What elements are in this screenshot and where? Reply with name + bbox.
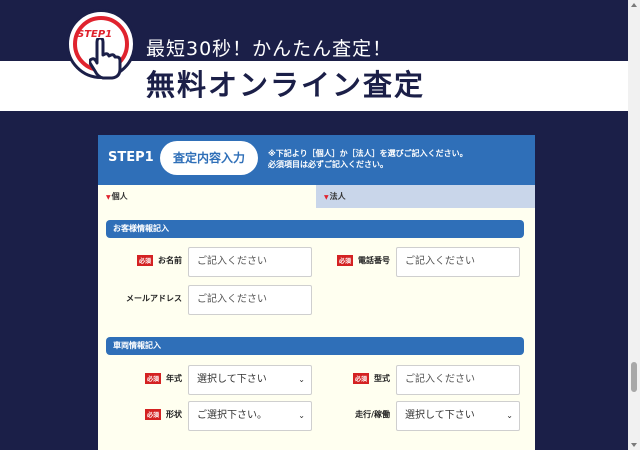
model-input[interactable]: ご記入ください	[396, 365, 520, 395]
caret-down-icon: ▼	[106, 194, 111, 201]
required-badge: 必須	[144, 409, 161, 420]
tab-individual[interactable]: ▼個人	[98, 185, 316, 208]
model-label-text: 型式	[374, 374, 390, 383]
mileage-label: 走行/稼働	[355, 410, 390, 419]
instruction-line-2: 必須項目は必ずご記入ください。	[268, 160, 388, 169]
year-select-value: 選択して下さい	[197, 374, 267, 385]
model-label: 必須 型式	[344, 373, 390, 384]
name-label-text: お名前	[158, 256, 182, 265]
shape-select-value: ご選択下さい。	[197, 410, 267, 421]
phone-label: 必須 電話番号	[334, 255, 390, 266]
assessment-form: STEP1 査定内容入力 ※下記より［個人］か［法人］を選びご記入ください。 必…	[98, 135, 535, 450]
required-badge: 必須	[352, 373, 369, 384]
scrollbar-thumb[interactable]	[631, 362, 637, 392]
step1-badge: STEP1	[66, 9, 136, 80]
vehicle-section-header: 車両情報記入	[106, 337, 524, 355]
chevron-down-icon: ⌄	[298, 375, 305, 384]
year-label: 必須 年式	[136, 373, 182, 384]
name-input[interactable]: ご記入ください	[188, 247, 312, 277]
required-badge: 必須	[336, 255, 353, 266]
scroll-down-arrow-icon[interactable]	[631, 443, 637, 447]
required-badge: 必須	[144, 373, 161, 384]
year-label-text: 年式	[166, 374, 182, 383]
name-label: 必須 お名前	[136, 255, 182, 266]
phone-input[interactable]: ご記入ください	[396, 247, 520, 277]
shape-select[interactable]: ご選択下さい。 ⌄	[188, 401, 312, 431]
pointing-hand-icon	[89, 38, 122, 80]
email-label: メールアドレス	[126, 294, 182, 303]
mileage-select-value: 選択して下さい	[405, 410, 475, 421]
shape-label: 必須 形状	[136, 409, 182, 420]
page-scrollbar[interactable]	[628, 0, 640, 450]
required-badge: 必須	[136, 255, 153, 266]
customer-section-header: お客様情報記入	[106, 220, 524, 238]
hero-title: 無料オンライン査定	[146, 68, 426, 102]
form-step-pill: 査定内容入力	[160, 141, 258, 175]
shape-label-text: 形状	[166, 410, 182, 419]
instruction-line-1: ※下記より［個人］か［法人］を選びご記入ください。	[268, 149, 468, 158]
mileage-select[interactable]: 選択して下さい ⌄	[396, 401, 520, 431]
chevron-down-icon: ⌄	[298, 411, 305, 420]
email-input[interactable]: ご記入ください	[188, 285, 312, 315]
form-step-label: STEP1	[108, 150, 154, 165]
chevron-down-icon: ⌄	[506, 411, 513, 420]
scroll-up-arrow-icon[interactable]	[631, 3, 637, 7]
year-select[interactable]: 選択して下さい ⌄	[188, 365, 312, 395]
hero-subtitle: 最短30秒！かんたん査定！	[146, 38, 393, 60]
form-header: STEP1 査定内容入力 ※下記より［個人］か［法人］を選びご記入ください。 必…	[98, 135, 535, 185]
form-instructions: ※下記より［個人］か［法人］を選びご記入ください。 必須項目は必ずご記入ください…	[268, 148, 468, 170]
tab-individual-label: 個人	[111, 192, 128, 201]
tab-corporate-label: 法人	[329, 192, 346, 201]
phone-label-text: 電話番号	[358, 256, 390, 265]
tab-corporate[interactable]: ▼法人	[316, 185, 535, 208]
caret-down-icon: ▼	[324, 194, 329, 201]
